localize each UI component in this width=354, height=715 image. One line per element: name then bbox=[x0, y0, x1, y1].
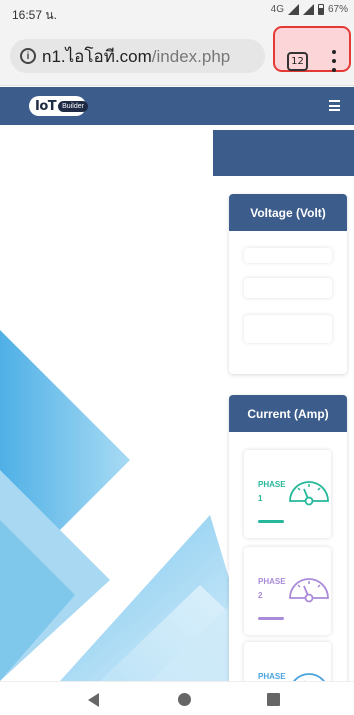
phase-card-2: PHASE 2 bbox=[244, 547, 331, 635]
status-time: 16:57 น. bbox=[12, 8, 57, 22]
voltage-card: Voltage (Volt) bbox=[229, 194, 347, 374]
url-host: n1.ไอโอที.com bbox=[42, 46, 152, 66]
signal-icon-2 bbox=[302, 4, 314, 15]
phase-label: PHASE bbox=[258, 480, 286, 489]
voltage-value-3 bbox=[244, 315, 332, 343]
phase-card-3: PHASE bbox=[244, 642, 331, 681]
url-text[interactable]: n1.ไอโอที.com/index.php bbox=[42, 43, 230, 70]
system-nav-bar bbox=[0, 681, 354, 715]
gauge-icon bbox=[293, 673, 325, 681]
phase-number: 1 bbox=[258, 494, 263, 503]
voltage-value-2 bbox=[244, 278, 332, 298]
hamburger-icon[interactable] bbox=[329, 100, 340, 111]
phase-label: PHASE bbox=[258, 672, 286, 681]
site-navbar: IoT Builder bbox=[0, 87, 354, 125]
gauge-icon bbox=[289, 481, 329, 506]
battery-level: 67% bbox=[327, 4, 348, 15]
current-card: Current (Amp) PHASE 1 PHASE 2 PHASE bbox=[229, 395, 347, 681]
back-triangle-icon[interactable] bbox=[88, 693, 99, 707]
home-circle-icon[interactable] bbox=[178, 693, 191, 706]
info-icon[interactable]: i bbox=[20, 48, 36, 64]
current-card-title: Current (Amp) bbox=[229, 395, 347, 432]
url-path: /index.php bbox=[151, 46, 231, 66]
network-type: 4G bbox=[270, 4, 284, 15]
gauge-icon bbox=[289, 578, 329, 603]
phase-bar bbox=[258, 520, 284, 523]
recents-square-icon[interactable] bbox=[267, 693, 280, 706]
site-logo[interactable]: IoT Builder bbox=[29, 96, 88, 116]
status-icons: 4G 67% bbox=[271, 4, 348, 15]
phase-number: 2 bbox=[258, 591, 263, 600]
voltage-value-1 bbox=[244, 248, 332, 263]
tab-switcher-button[interactable]: 12 bbox=[287, 52, 308, 71]
phase-label: PHASE bbox=[258, 577, 286, 586]
page-content: Voltage (Volt) Current (Amp) PHASE 1 PHA… bbox=[0, 125, 354, 681]
logo-main: IoT bbox=[35, 98, 57, 114]
address-bar[interactable]: i n1.ไอโอที.com/index.php bbox=[10, 39, 265, 73]
battery-icon bbox=[317, 4, 324, 15]
signal-icon bbox=[287, 4, 299, 15]
logo-sub: Builder bbox=[58, 100, 88, 112]
section-header-bar bbox=[213, 130, 354, 176]
more-vert-icon[interactable] bbox=[331, 50, 337, 72]
highlight-annotation bbox=[273, 26, 351, 72]
phase-card-1: PHASE 1 bbox=[244, 450, 331, 538]
phase-bar bbox=[258, 617, 284, 620]
status-bar: 16:57 น. 4G 67% bbox=[0, 0, 354, 24]
voltage-card-title: Voltage (Volt) bbox=[229, 194, 347, 231]
